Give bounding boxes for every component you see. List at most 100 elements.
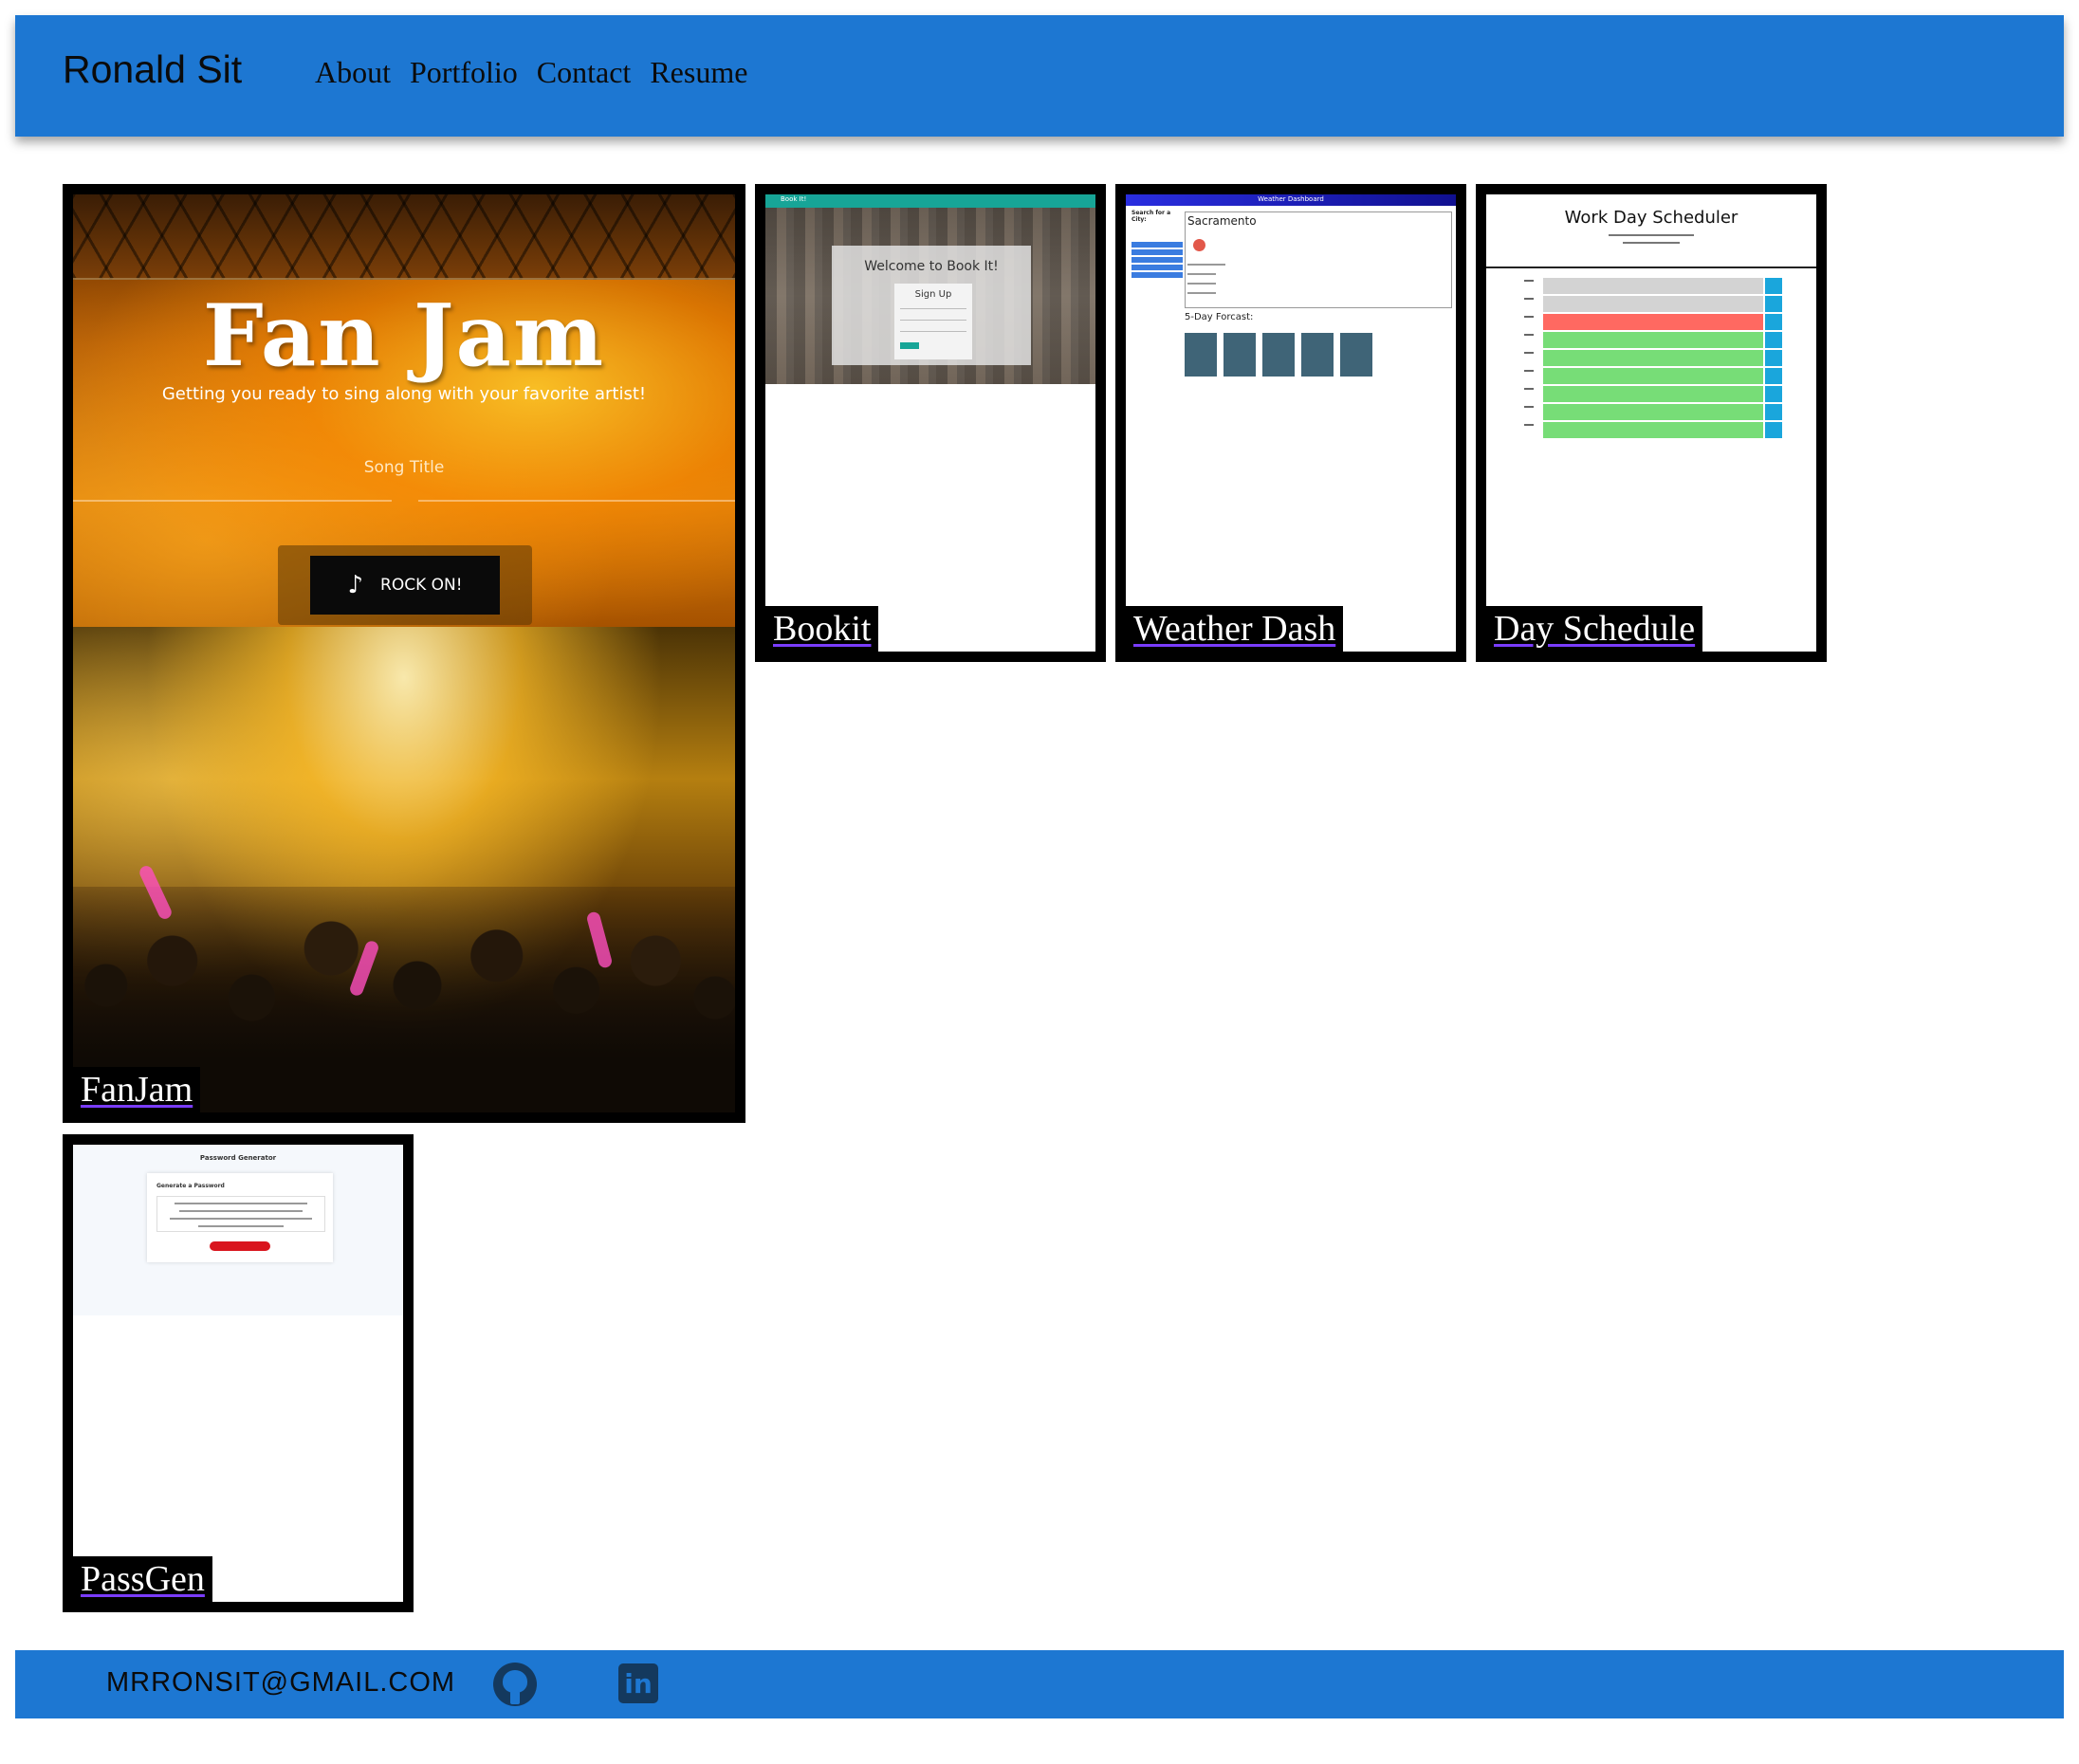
weather-forecast-heading: 5-Day Forcast: xyxy=(1185,312,1254,322)
scheduler-row xyxy=(1524,332,1782,348)
scheduler-save-button xyxy=(1765,368,1782,384)
forecast-day-card xyxy=(1301,333,1334,377)
scheduler-hour-label xyxy=(1524,280,1534,282)
fanjam-button-panel: ♪ ROCK ON! xyxy=(278,545,532,625)
weather-city: Sacramento xyxy=(1187,214,1257,228)
scheduler-save-button xyxy=(1765,422,1782,438)
weather-history-button xyxy=(1131,257,1183,263)
project-label-fanjam[interactable]: FanJam xyxy=(73,1067,201,1112)
fanjam-rock-on-button: ♪ ROCK ON! xyxy=(310,556,500,615)
linkedin-icon[interactable]: in xyxy=(618,1663,658,1703)
scheduler-row xyxy=(1524,386,1782,402)
weather-detail-line xyxy=(1187,273,1216,275)
project-label-passgen[interactable]: PassGen xyxy=(73,1556,212,1602)
bookit-signup-form: Sign Up xyxy=(894,284,972,359)
weather-search-sidebar: Search for a City: xyxy=(1131,210,1185,278)
scheduler-hour-label xyxy=(1524,352,1534,354)
weather-history-button xyxy=(1131,249,1183,255)
github-icon[interactable] xyxy=(493,1663,537,1706)
weather-sun-icon xyxy=(1193,239,1205,251)
project-card-bookit[interactable]: Book It! Welcome to Book It! Sign Up Boo… xyxy=(755,184,1106,662)
scheduler-date-line xyxy=(1486,242,1816,244)
scheduler-event-block xyxy=(1543,368,1763,384)
scheduler-event-block xyxy=(1543,386,1763,402)
scheduler-save-button xyxy=(1765,332,1782,348)
stage-truss-image xyxy=(73,194,735,280)
project-card-day-schedule[interactable]: Work Day Scheduler Day Schedule xyxy=(1476,184,1827,662)
music-note-icon: ♪ xyxy=(347,571,364,599)
scheduler-save-button xyxy=(1765,386,1782,402)
scheduler-event-block xyxy=(1543,422,1763,438)
scheduler-event-block xyxy=(1543,332,1763,348)
project-card-passgen[interactable]: Password Generator Generate a Password P… xyxy=(63,1134,414,1612)
bookit-form-button xyxy=(900,342,919,349)
fanjam-input-underline xyxy=(73,500,392,502)
passgen-card-heading: Generate a Password xyxy=(156,1183,225,1189)
bookit-form-field xyxy=(900,320,966,321)
weather-title-bar: Weather Dashboard xyxy=(1126,194,1456,206)
scheduler-event-block xyxy=(1543,278,1763,294)
passgen-title: Password Generator xyxy=(199,1154,277,1162)
scheduler-hour-label xyxy=(1524,334,1534,336)
fanjam-input-underline xyxy=(418,500,735,502)
bookit-form-field xyxy=(900,331,966,332)
scheduler-save-button xyxy=(1765,314,1782,330)
scheduler-event-block xyxy=(1543,350,1763,366)
bookit-navbar: Book It! xyxy=(765,194,1095,208)
scheduler-hour-label xyxy=(1524,388,1534,390)
weather-history-button xyxy=(1131,272,1183,278)
passgen-card: Generate a Password xyxy=(147,1173,333,1262)
passgen-screenshot: Password Generator Generate a Password xyxy=(73,1145,403,1315)
project-label-weather-dash[interactable]: Weather Dash xyxy=(1126,606,1344,652)
nav-portfolio-link[interactable]: Portfolio xyxy=(410,55,518,90)
weather-history-button xyxy=(1131,242,1183,248)
forecast-day-card xyxy=(1262,333,1295,377)
project-card-weather-dash[interactable]: Weather Dashboard Search for a City: Sac… xyxy=(1115,184,1466,662)
scheduler-row xyxy=(1524,350,1782,366)
forecast-day-card xyxy=(1185,333,1217,377)
scheduler-row xyxy=(1524,296,1782,312)
scheduler-subtitle-line xyxy=(1486,234,1816,236)
site-header: Ronald Sit About Portfolio Contact Resum… xyxy=(15,15,2064,137)
fanjam-subtitle: Getting you ready to sing along with you… xyxy=(161,384,647,404)
passgen-generate-button xyxy=(210,1241,270,1251)
scheduler-save-button xyxy=(1765,404,1782,420)
scheduler-event-block xyxy=(1543,404,1763,420)
weather-detail-line xyxy=(1187,283,1216,285)
site-brand[interactable]: Ronald Sit xyxy=(63,47,242,92)
nav-contact-link[interactable]: Contact xyxy=(537,55,632,90)
forecast-day-card xyxy=(1340,333,1372,377)
project-card-fanjam[interactable]: Fan Jam Getting you ready to sing along … xyxy=(63,184,745,1123)
scheduler-row xyxy=(1524,422,1782,438)
weather-search-label: Search for a City: xyxy=(1131,210,1171,223)
scheduler-save-button xyxy=(1765,296,1782,312)
scheduler-title: Work Day Scheduler xyxy=(1564,208,1739,228)
concert-crowd-image xyxy=(73,627,735,1112)
nav-about-link[interactable]: About xyxy=(315,55,391,90)
scheduler-hour-label xyxy=(1524,424,1534,426)
bookit-heading: Welcome to Book It! xyxy=(864,259,999,274)
bookit-nav-brand: Book It! xyxy=(781,195,807,203)
email-link[interactable]: MRRONSIT@GMAIL.COM xyxy=(106,1667,455,1699)
bookit-form-title: Sign Up xyxy=(914,289,952,300)
scheduler-save-button xyxy=(1765,350,1782,366)
weather-bar-title: Weather Dashboard xyxy=(1258,195,1324,203)
nav-resume-link[interactable]: Resume xyxy=(650,55,747,90)
scheduler-hour-label xyxy=(1524,316,1534,318)
scheduler-row xyxy=(1524,404,1782,420)
scheduler-row xyxy=(1524,368,1782,384)
weather-detail-line xyxy=(1187,292,1216,294)
weather-detail-line xyxy=(1187,264,1225,266)
scheduler-event-block xyxy=(1543,296,1763,312)
scheduler-event-block xyxy=(1543,314,1763,330)
main-nav: About Portfolio Contact Resume xyxy=(315,55,747,90)
passgen-password-output xyxy=(156,1196,325,1232)
bookit-screenshot-hero: Welcome to Book It! Sign Up xyxy=(765,208,1095,384)
project-label-bookit[interactable]: Bookit xyxy=(765,606,879,652)
project-label-day-schedule[interactable]: Day Schedule xyxy=(1486,606,1703,652)
weather-forecast-cards xyxy=(1185,333,1372,377)
fanjam-button-label: ROCK ON! xyxy=(380,576,463,595)
bookit-form-field xyxy=(900,308,966,309)
site-footer: MRRONSIT@GMAIL.COM in xyxy=(15,1650,2064,1718)
fanjam-title: Fan Jam xyxy=(202,285,606,386)
